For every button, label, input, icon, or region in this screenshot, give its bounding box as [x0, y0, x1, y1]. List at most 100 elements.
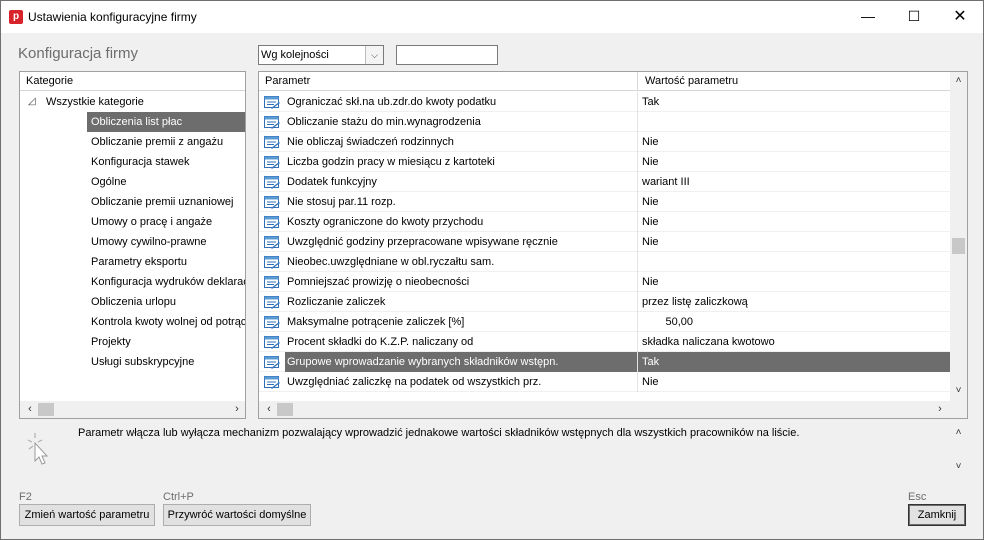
parameter-name: Nieobec.uwzględniane w obl.ryczałtu sam.	[287, 256, 495, 268]
category-horizontal-scrollbar[interactable]: ‹ ›	[20, 401, 245, 418]
column-header-value[interactable]: Wartość parametru	[645, 75, 738, 87]
cursor-hint-icon	[27, 433, 49, 465]
category-item[interactable]: Obliczenia urlopu	[87, 292, 245, 312]
restore-defaults-button[interactable]: Przywróć wartości domyślne	[163, 504, 311, 526]
tree-root-label: Wszystkie kategorie	[46, 96, 144, 108]
parameter-name: Grupowe wprowadzanie wybranych składnikó…	[287, 356, 559, 368]
parameter-header: Parametr Wartość parametru	[259, 72, 950, 91]
scroll-thumb[interactable]	[38, 403, 54, 416]
parameter-value[interactable]: Nie	[642, 136, 659, 148]
sort-order-select[interactable]: Wg kolejności ⌵	[258, 45, 384, 65]
parameter-value[interactable]: Nie	[642, 196, 659, 208]
table-row[interactable]: Nie obliczaj świadczeń rodzinnych Nie	[259, 132, 950, 152]
category-item[interactable]: Usługi subskrypcyjne	[87, 352, 245, 372]
category-item[interactable]: Obliczanie premii uznaniowej	[87, 192, 245, 212]
parameter-edit-icon	[263, 274, 281, 290]
parameter-edit-icon	[263, 334, 281, 350]
parameter-value[interactable]: składka naliczana kwotowo	[642, 336, 775, 348]
parameter-value[interactable]: Nie	[642, 236, 659, 248]
shortcut-change: F2	[19, 491, 32, 503]
parameter-name: Pomniejszać prowizję o nieobecności	[287, 276, 470, 288]
scroll-up-icon[interactable]: ˄	[952, 427, 965, 438]
table-row[interactable]: Uwzględnić godziny przepracowane wpisywa…	[259, 232, 950, 252]
scroll-left-icon[interactable]: ‹	[22, 403, 38, 416]
parameter-edit-icon	[263, 314, 281, 330]
table-row[interactable]: Procent składki do K.Z.P. naliczany od sk…	[259, 332, 950, 352]
parameter-horizontal-scrollbar[interactable]: ‹ ›	[259, 401, 950, 418]
table-row[interactable]: Liczba godzin pracy w miesiącu z kartote…	[259, 152, 950, 172]
minimize-button[interactable]: —	[845, 1, 891, 31]
parameter-edit-icon	[263, 374, 281, 390]
category-item[interactable]: Obliczanie premii z angażu	[87, 132, 245, 152]
parameter-value[interactable]: przez listę zaliczkową	[642, 296, 748, 308]
table-row[interactable]: Grupowe wprowadzanie wybranych składnikó…	[259, 352, 950, 372]
page-title: Konfiguracja firmy	[18, 45, 139, 62]
parameter-name: Procent składki do K.Z.P. naliczany od	[287, 336, 474, 348]
scroll-down-icon[interactable]: ˅	[952, 385, 965, 399]
table-row[interactable]: Maksymalne potrącenie zaliczek [%] 50,00	[259, 312, 950, 332]
column-header-parameter[interactable]: Parametr	[265, 75, 310, 87]
scroll-right-icon[interactable]: ›	[229, 403, 245, 416]
window-title: Ustawienia konfiguracyjne firmy	[28, 10, 197, 24]
scroll-thumb[interactable]	[277, 403, 293, 416]
category-item[interactable]: Kontrola kwoty wolnej od potrąceń	[87, 312, 245, 332]
maximize-button[interactable]: ☐	[891, 1, 937, 31]
category-item[interactable]: Projekty	[87, 332, 245, 352]
category-item[interactable]: Umowy cywilno-prawne	[87, 232, 245, 252]
scroll-up-icon[interactable]: ˄	[952, 75, 965, 89]
close-window-button[interactable]: ✕	[937, 1, 983, 31]
table-row[interactable]: Dodatek funkcyjny wariant III	[259, 172, 950, 192]
category-tree[interactable]: Kategorie ◿ Wszystkie kategorie Obliczen…	[19, 71, 246, 419]
parameter-name: Nie obliczaj świadczeń rodzinnych	[287, 136, 454, 148]
parameter-edit-icon	[263, 254, 281, 270]
parameter-name: Liczba godzin pracy w miesiącu z kartote…	[287, 156, 495, 168]
scroll-right-icon[interactable]: ›	[932, 403, 948, 416]
parameter-edit-icon	[263, 234, 281, 250]
parameter-edit-icon	[263, 94, 281, 110]
table-row[interactable]: Obliczanie stażu do min.wynagrodzenia	[259, 112, 950, 132]
close-button[interactable]: Zamknij	[908, 504, 966, 526]
parameter-value[interactable]: Tak	[642, 96, 659, 108]
category-item[interactable]: Umowy o pracę i angaże	[87, 212, 245, 232]
collapse-triangle-icon[interactable]: ◿	[28, 96, 36, 107]
parameter-value[interactable]: wariant III	[642, 176, 690, 188]
parameter-name: Uwzględnić godziny przepracowane wpisywa…	[287, 236, 558, 248]
settings-window: p Ustawienia konfiguracyjne firmy — ☐ ✕ …	[0, 0, 984, 540]
parameter-name: Dodatek funkcyjny	[287, 176, 377, 188]
table-row[interactable]: Nie stosuj par.11 rozp. Nie	[259, 192, 950, 212]
parameter-name: Rozliczanie zaliczek	[287, 296, 386, 308]
table-row[interactable]: Pomniejszać prowizję o nieobecności Nie	[259, 272, 950, 292]
table-row[interactable]: Nieobec.uwzględniane w obl.ryczałtu sam.	[259, 252, 950, 272]
parameter-value[interactable]: Nie	[642, 276, 659, 288]
search-input[interactable]	[396, 45, 498, 65]
table-row[interactable]: Ograniczać skł.na ub.zdr.do kwoty podatk…	[259, 92, 950, 112]
parameter-edit-icon	[263, 194, 281, 210]
scroll-left-icon[interactable]: ‹	[261, 403, 277, 416]
tree-root-all-categories[interactable]: ◿ Wszystkie kategorie	[20, 92, 245, 112]
sort-order-value: Wg kolejności	[261, 49, 329, 61]
parameter-vertical-scrollbar[interactable]: ˄ ˅	[950, 72, 967, 403]
change-value-button[interactable]: Zmień wartość parametru	[19, 504, 155, 526]
parameter-description: Parametr włącza lub wyłącza mechanizm po…	[78, 427, 800, 439]
parameter-grid[interactable]: Parametr Wartość parametru Ograniczać sk…	[258, 71, 968, 419]
category-item[interactable]: Ogólne	[87, 172, 245, 192]
title-bar: p Ustawienia konfiguracyjne firmy — ☐ ✕	[1, 1, 983, 33]
app-icon: p	[9, 10, 23, 24]
parameter-value[interactable]: Nie	[642, 376, 659, 388]
category-item[interactable]: Obliczenia list płac	[87, 112, 245, 132]
table-row[interactable]: Uwzględniać zaliczkę na podatek od wszys…	[259, 372, 950, 392]
category-item[interactable]: Parametry eksportu	[87, 252, 245, 272]
category-item[interactable]: Konfiguracja wydruków deklaracji	[87, 272, 245, 292]
table-row[interactable]: Rozliczanie zaliczek przez listę zaliczko…	[259, 292, 950, 312]
parameter-value[interactable]: Tak	[642, 356, 659, 368]
parameter-value[interactable]: Nie	[642, 216, 659, 228]
scroll-down-icon[interactable]: ˅	[952, 461, 965, 472]
scroll-thumb[interactable]	[952, 238, 965, 254]
chevron-down-icon[interactable]: ⌵	[365, 46, 383, 64]
parameter-value[interactable]: 50,00	[665, 316, 693, 328]
description-scrollbar[interactable]: ˄ ˅	[950, 425, 967, 475]
table-row[interactable]: Koszty ograniczone do kwoty przychodu Nie	[259, 212, 950, 232]
parameter-value[interactable]: Nie	[642, 156, 659, 168]
parameter-name: Ograniczać skł.na ub.zdr.do kwoty podatk…	[287, 96, 497, 108]
category-item[interactable]: Konfiguracja stawek	[87, 152, 245, 172]
